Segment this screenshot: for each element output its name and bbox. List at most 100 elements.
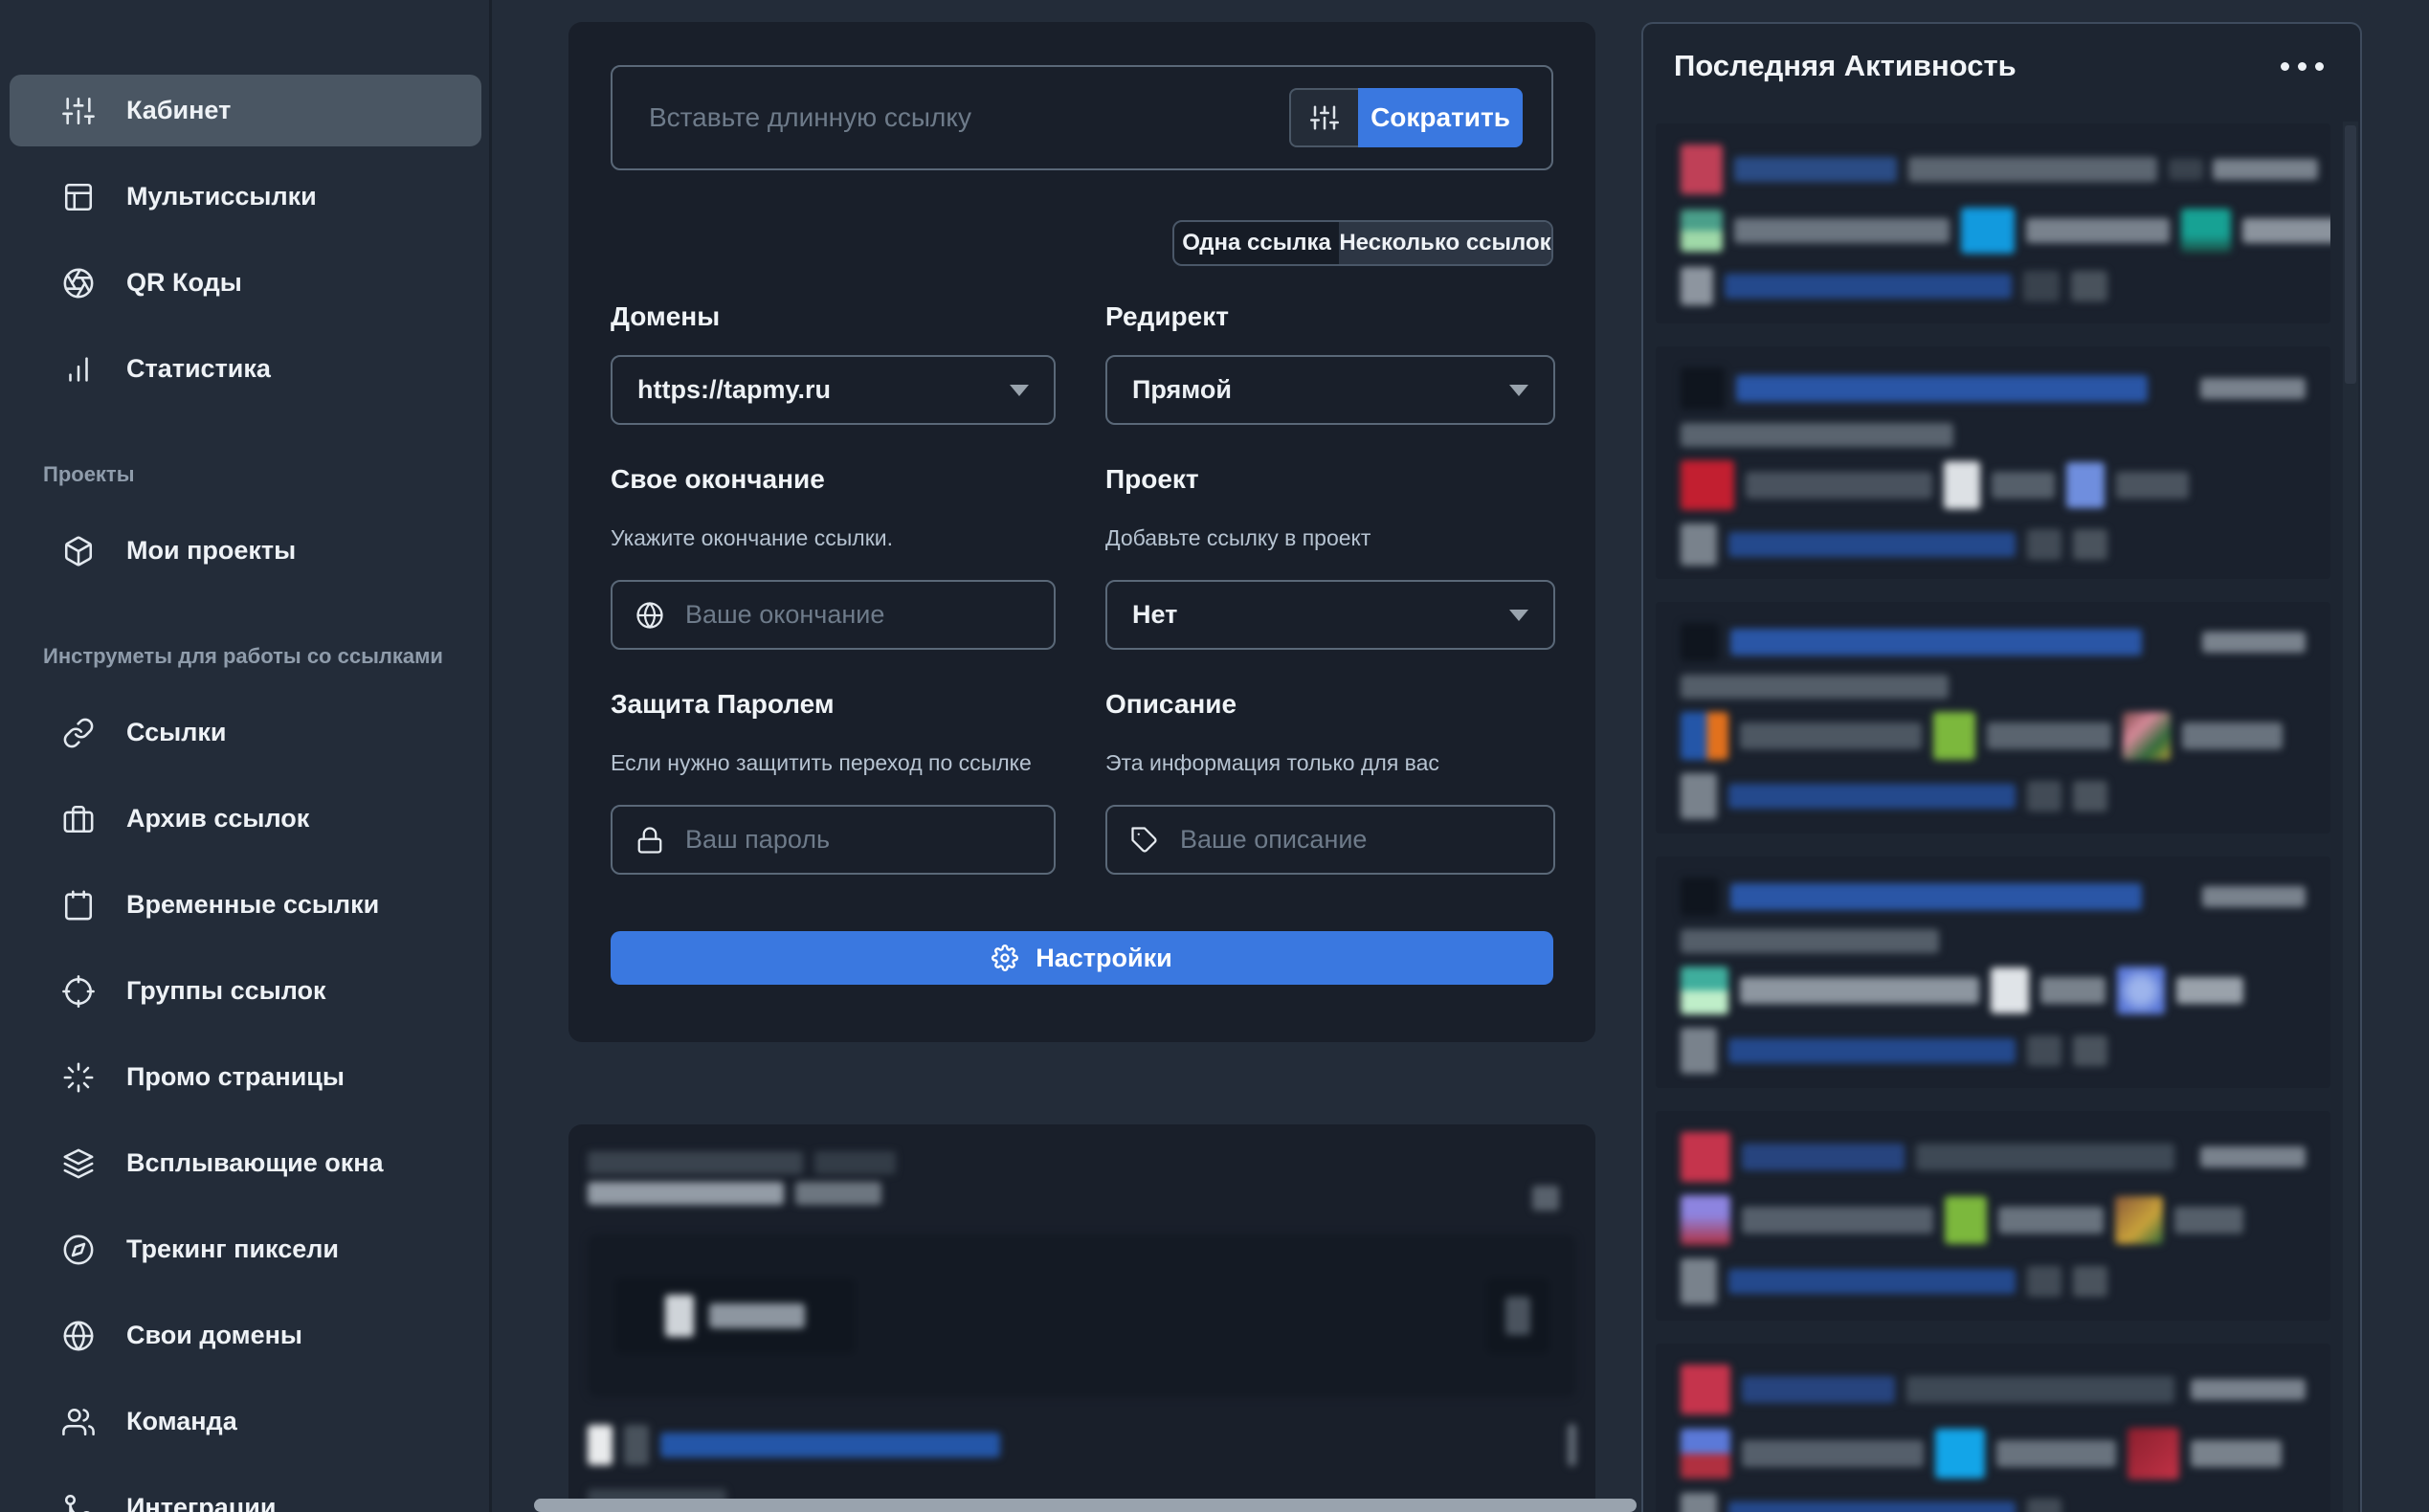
shorten-options-button[interactable] xyxy=(1289,88,1358,147)
activity-title: Последняя Активность xyxy=(1674,49,2017,83)
redacted-meta xyxy=(2202,886,2306,907)
password-input[interactable] xyxy=(683,824,1031,856)
redacted-row xyxy=(588,1182,1576,1205)
sidebar-item-crosshair[interactable]: Группы ссылок xyxy=(10,955,481,1027)
sidebar-item-sliders[interactable]: Кабинет xyxy=(10,75,481,146)
redacted-chunk xyxy=(1734,218,1950,243)
sidebar-item-label: Трекинг пиксели xyxy=(126,1234,339,1264)
activity-list-item[interactable] xyxy=(1656,1344,2330,1512)
redirect-select[interactable]: Прямой xyxy=(1105,355,1555,425)
sidebar-item-label: Мои проекты xyxy=(126,536,296,566)
redacted-chunk xyxy=(660,1433,1000,1457)
field-description: Описание Эта информация только для вас xyxy=(1105,688,1555,875)
redacted-chunk xyxy=(1681,1132,1730,1182)
redacted-chunk xyxy=(2073,781,2107,812)
redacted-chunk xyxy=(1933,712,1975,760)
chevron-down-icon xyxy=(1509,385,1528,396)
redacted-chunk xyxy=(1681,623,1719,661)
redacted-row xyxy=(1681,623,2306,661)
redacted-chunk xyxy=(2115,1196,2163,1244)
project-select[interactable]: Нет xyxy=(1105,580,1555,650)
links-table-card xyxy=(568,1124,1595,1512)
redacted-chunk xyxy=(1728,1269,2016,1294)
sidebar-item-globe[interactable]: Свои домены xyxy=(10,1300,481,1371)
sidebar-item-label: Кабинет xyxy=(126,96,231,125)
redacted-chunk xyxy=(2200,1146,2306,1167)
sidebar-item-bar-chart[interactable]: Статистика xyxy=(10,333,481,405)
redacted-chunk xyxy=(1742,1440,1924,1467)
git-merge-icon xyxy=(62,1492,95,1512)
redacted-chunk xyxy=(2073,1035,2107,1066)
activity-list-item[interactable] xyxy=(1656,602,2330,834)
redacted-row xyxy=(1681,145,2306,194)
sidebar-item-label: Промо страницы xyxy=(126,1062,345,1092)
redacted-chunk xyxy=(2073,529,2107,560)
chevron-down-icon xyxy=(1509,610,1528,621)
redacted-row xyxy=(1532,1186,1559,1211)
redacted-chunk xyxy=(1681,267,1713,305)
shorten-button[interactable]: Сократить xyxy=(1358,88,1523,147)
sidebar-item-layers[interactable]: Всплывающие окна xyxy=(10,1127,481,1199)
loader-icon xyxy=(62,1061,95,1094)
redacted-chunk xyxy=(1908,157,2157,182)
redacted-chunk xyxy=(588,1425,613,1465)
sidebar-item-compass[interactable]: Трекинг пиксели xyxy=(10,1213,481,1285)
redacted-chunk xyxy=(1728,1501,2016,1512)
redacted-row xyxy=(1681,423,2306,447)
activity-list-item[interactable] xyxy=(1656,123,2330,323)
domains-select[interactable]: https://tapmy.ru xyxy=(611,355,1056,425)
redacted-row xyxy=(588,1151,1576,1174)
sidebar-item-git-merge[interactable]: Интеграции xyxy=(10,1472,481,1512)
redacted-chunk xyxy=(1505,1297,1530,1335)
description-input[interactable] xyxy=(1178,824,1530,856)
redacted-chunk xyxy=(1681,1258,1717,1304)
redacted-chunk xyxy=(1681,1493,1717,1512)
redacted-chunk xyxy=(2023,271,2060,301)
redacted-chunk xyxy=(1681,145,1723,194)
redacted-chunk xyxy=(1681,1028,1717,1074)
redacted-chunk xyxy=(1945,1196,1987,1244)
redacted-meta xyxy=(2169,159,2318,180)
redacted-chunk xyxy=(2128,1428,2179,1479)
redacted-chunk xyxy=(1730,883,2142,910)
sidebar-item-link[interactable]: Ссылки xyxy=(10,697,481,768)
redacted-chunk xyxy=(1681,712,1728,760)
redacted-chunk xyxy=(709,1303,805,1328)
activity-list-item[interactable] xyxy=(1656,1111,2330,1321)
users-icon xyxy=(62,1406,95,1438)
redacted-chunk xyxy=(1992,472,2055,499)
sidebar-item-calendar[interactable]: Временные ссылки xyxy=(10,869,481,941)
link-mode-tabs: Одна ссылка Несколько ссылок xyxy=(1172,220,1553,266)
redacted-chunk xyxy=(1681,1365,1730,1414)
redacted-chunk xyxy=(1987,723,2111,749)
redacted-chunk xyxy=(814,1151,896,1174)
activity-list-item[interactable] xyxy=(1656,856,2330,1088)
sidebar-item-layout[interactable]: Мультиссылки xyxy=(10,161,481,233)
activity-list-item[interactable] xyxy=(1656,346,2330,579)
long-url-input[interactable] xyxy=(647,101,1289,134)
redacted-chunk xyxy=(1996,1440,2116,1467)
alias-input[interactable] xyxy=(683,599,1031,631)
activity-scrollbar-thumb[interactable] xyxy=(2345,125,2356,384)
redacted-meta xyxy=(2200,1146,2306,1167)
activity-scrollbar[interactable] xyxy=(2343,122,2358,1512)
sidebar-item-briefcase[interactable]: Архив ссылок xyxy=(10,783,481,855)
activity-panel: Последняя Активность xyxy=(1641,22,2362,1512)
redacted-row xyxy=(1681,1258,2306,1304)
sidebar-item-package[interactable]: Мои проекты xyxy=(10,515,481,587)
tab-single-link[interactable]: Одна ссылка xyxy=(1174,222,1339,264)
redacted-chunk xyxy=(1681,675,1949,699)
sidebar-item-users[interactable]: Команда xyxy=(10,1386,481,1457)
tab-multiple-links[interactable]: Несколько ссылок xyxy=(1339,222,1551,264)
description-hint: Эта информация только для вас xyxy=(1105,749,1555,776)
redacted-chunk xyxy=(1736,375,2148,402)
redacted-chunk xyxy=(1568,1424,1576,1466)
settings-button[interactable]: Настройки xyxy=(611,931,1553,985)
horizontal-scrollbar[interactable] xyxy=(534,1499,1637,1512)
sidebar-item-loader[interactable]: Промо страницы xyxy=(10,1041,481,1113)
redacted-chunk xyxy=(1681,1429,1730,1479)
sidebar: КабинетМультиссылкиQR КодыСтатистикаПрое… xyxy=(0,0,492,1512)
ellipsis-menu-icon[interactable] xyxy=(2279,56,2326,77)
sidebar-item-aperture[interactable]: QR Коды xyxy=(10,247,481,319)
redacted-chunk xyxy=(1944,461,1980,509)
